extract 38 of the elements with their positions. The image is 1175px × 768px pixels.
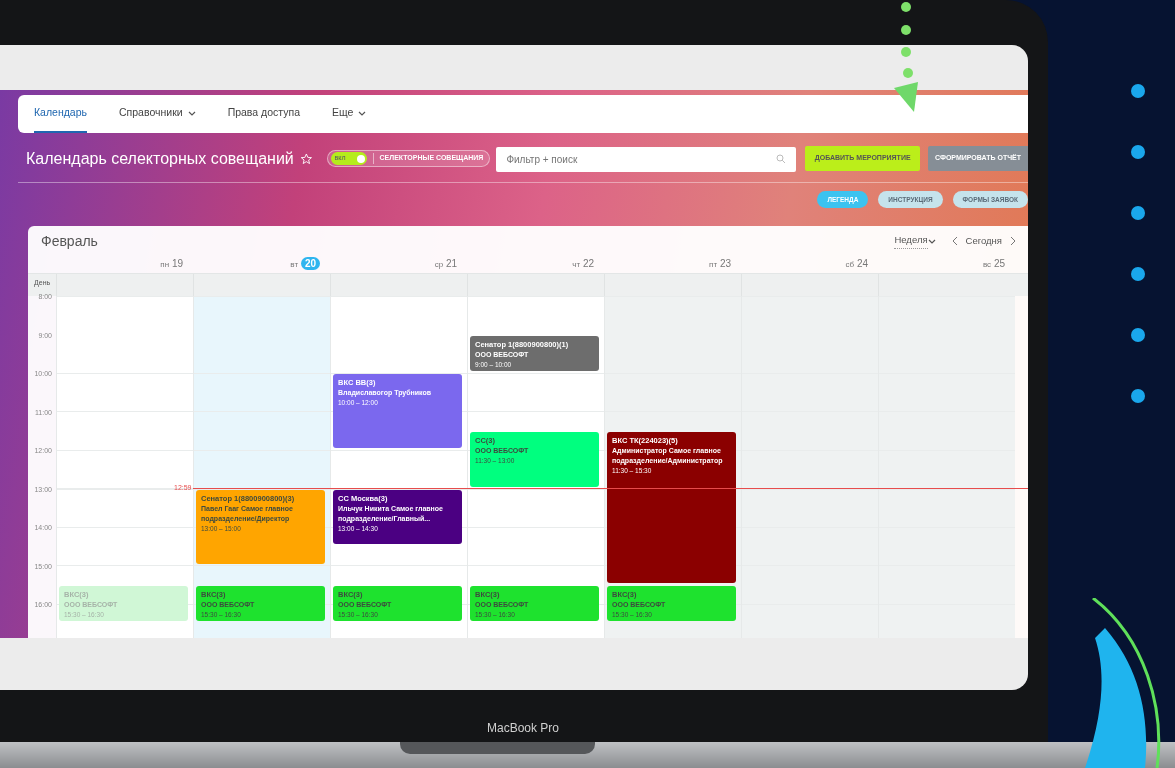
chevron-right-icon: [1010, 236, 1016, 246]
next-button[interactable]: [1008, 236, 1018, 246]
weekday-label: вс: [982, 260, 992, 269]
caret-icon: [187, 110, 196, 116]
view-dropdown[interactable]: Неделя: [892, 233, 938, 249]
chevron-left-icon: [951, 236, 958, 246]
caret-icon: [358, 110, 367, 116]
nav-tab[interactable]: Справочники: [119, 95, 196, 133]
star-icon[interactable]: [299, 151, 313, 166]
today-button[interactable]: Сегодня: [963, 233, 1004, 249]
month-title: Февраль: [41, 231, 98, 251]
search-icon: [776, 154, 787, 164]
weekday-label: пт: [709, 260, 718, 269]
today-date-badge: 20: [300, 257, 320, 270]
weekday-label: вт: [290, 260, 299, 269]
dot-decoration: [1131, 145, 1145, 159]
date-label: 21: [445, 258, 457, 269]
caret-icon: [927, 238, 936, 244]
weekday-label: ср: [434, 260, 444, 269]
dot-decoration: [1131, 267, 1145, 281]
laptop-brand-label: MacBook Pro: [487, 722, 559, 737]
weekday-label: чт: [572, 260, 581, 269]
date-label: 24: [856, 258, 868, 269]
dot-decoration: [1131, 84, 1145, 98]
date-label: 25: [993, 258, 1005, 269]
date-label: 23: [719, 258, 731, 269]
nav-tab[interactable]: Календарь: [34, 95, 87, 133]
date-label: 22: [582, 258, 594, 269]
date-label: 19: [171, 258, 183, 269]
dot-decoration: [1131, 389, 1145, 403]
nav-tab[interactable]: Права доступа: [227, 95, 300, 133]
page-title: Календарь селекторных совещаний: [26, 148, 294, 169]
weekday-label: пн: [160, 260, 170, 269]
weekday-label: сб: [845, 260, 855, 269]
search-field[interactable]: Фильтр + поиск: [496, 147, 797, 172]
dot-decoration: [1131, 206, 1145, 220]
dot-decoration: [1131, 328, 1145, 342]
nav-tab[interactable]: Еще: [332, 95, 367, 133]
